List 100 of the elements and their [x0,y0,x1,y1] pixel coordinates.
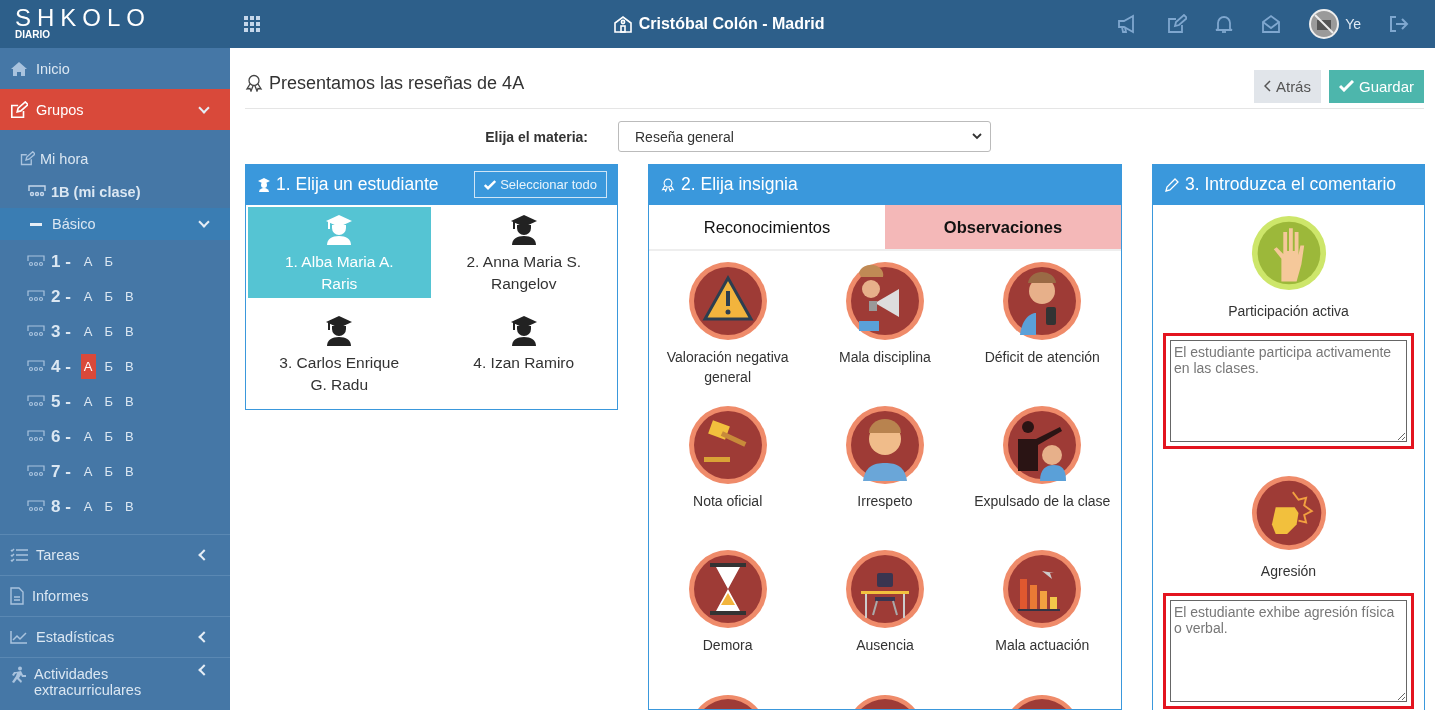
line-chart-icon [10,630,28,644]
classroom-icon [27,394,45,409]
back-button[interactable]: Atrás [1253,69,1321,103]
panel-title: 3. Introduzca el comentario [1185,174,1398,195]
badge-label: Nota oficial [693,492,763,511]
section-link[interactable]: Б [101,284,117,309]
sidebar-item[interactable]: Inicio [0,48,230,89]
gavel-icon[interactable] [687,405,768,485]
sidebar-item[interactable]: Actividades extracurriculares [0,658,230,706]
section-link[interactable]: Б [101,389,117,414]
student-icon [509,316,538,346]
section-link[interactable]: Б [101,354,117,379]
chart-icon[interactable] [1002,549,1083,629]
sidebar-item[interactable]: Mi hora [0,142,230,175]
grade-number: 1 - [51,251,71,272]
check-icon [484,179,497,190]
section-link[interactable]: Б [101,459,117,484]
badge-label: Expulsado de la clase [974,492,1111,511]
figure-icon[interactable] [845,405,925,485]
student-icon [325,215,354,245]
badge-label: Participación activa [1228,303,1349,319]
badge-label: Déficit de atención [984,348,1100,367]
student-card[interactable]: 2. Anna Maria S. Rangelov [432,207,615,298]
badge-label: Demora [702,636,753,655]
sidebar-item[interactable]: Básico [0,208,230,240]
runner-icon [10,666,26,684]
student-icon [509,215,538,245]
sidebar-item[interactable]: 1B (mi clase) [0,175,230,208]
badge-label: Ausencia [856,636,914,655]
school-name: Cristóbal Colón - Madrid [638,15,825,33]
bell-icon[interactable] [1215,14,1234,34]
logo[interactable]: SHKOLO [15,7,152,29]
section-link[interactable]: В [122,284,137,309]
section-link[interactable]: А [80,424,96,449]
section-link[interactable]: А [80,459,96,484]
section-link[interactable]: А [80,354,96,379]
tab[interactable]: Observaciones [885,205,1121,249]
section-link[interactable]: В [122,354,137,379]
badge-label: Agresión [1260,563,1317,579]
edit-icon[interactable] [1167,14,1188,34]
classroom-icon [27,429,45,444]
megaphone-icon[interactable] [845,261,925,341]
page-title: Presentamos las reseñas de 4A [269,72,525,94]
section-link[interactable]: А [80,284,96,309]
panel-title: 2. Elija insignia [681,174,799,195]
figures-icon[interactable] [1002,405,1083,485]
home-icon [10,60,28,77]
student-card[interactable]: 3. Carlos Enrique G. Radu [248,308,431,399]
section-link[interactable]: В [122,389,137,414]
warning-icon[interactable] [687,261,768,341]
grade-number: 2 - [51,286,71,307]
student-card[interactable]: 4. Izan Ramiro [432,308,615,399]
chevron-left-icon [1263,80,1271,92]
subject-label: Elija el materia: [484,128,589,145]
chair-icon[interactable] [845,549,925,629]
phone-icon[interactable] [1002,261,1083,341]
badge-label: Irrespeto [857,492,913,511]
comment-field[interactable]: El estudiante exhibe agresión física o verbal. [1163,593,1414,709]
minus-icon [30,222,42,226]
badge-label: Valoración negativa general [665,348,790,387]
classroom-icon [27,254,45,269]
subject-select[interactable]: Reseña general [618,121,991,152]
grade-number: 4 - [51,356,71,377]
section-link[interactable]: Б [101,424,117,449]
sidebar-item[interactable]: Grupos [0,89,230,130]
classroom-icon [27,359,45,374]
classroom-icon [27,464,45,479]
section-link[interactable]: Б [101,249,117,274]
save-button[interactable]: Guardar [1328,69,1424,103]
logout-icon[interactable] [1389,15,1409,33]
section-link[interactable]: Б [101,494,117,519]
classroom-icon [27,324,45,339]
pencil-icon [1165,177,1179,192]
apps-menu-icon[interactable] [244,16,260,32]
dropdown-icon [972,133,982,140]
section-link[interactable]: В [122,424,137,449]
avatar-icon[interactable] [1309,9,1340,39]
grade-number: 5 - [51,391,71,412]
section-link[interactable]: А [80,494,96,519]
user-name[interactable]: Ye [1345,16,1361,32]
section-link[interactable]: А [80,389,96,414]
section-link[interactable]: А [80,319,96,344]
section-link[interactable]: В [122,494,137,519]
student-card[interactable]: 1. Alba Maria A. Raris [248,207,431,298]
hourglass-icon[interactable] [687,549,768,629]
section-link[interactable]: В [122,459,137,484]
select-all-button[interactable]: Seleccionar todo [474,171,607,198]
tab[interactable]: Reconocimientos [649,205,885,249]
grade-number: 3 - [51,321,71,342]
classroom-icon [27,289,45,304]
comment-field[interactable]: El estudiante participa activamente en las clases. [1163,333,1414,449]
classroom-icon [28,184,46,199]
section-link[interactable]: А [80,249,96,274]
badge-label: Mala actuación [995,636,1090,655]
checklist-icon [10,548,28,562]
section-link[interactable]: В [122,319,137,344]
student-icon [258,177,270,192]
edit-icon [10,100,28,119]
section-link[interactable]: Б [101,319,117,344]
envelope-icon[interactable] [1261,14,1282,34]
